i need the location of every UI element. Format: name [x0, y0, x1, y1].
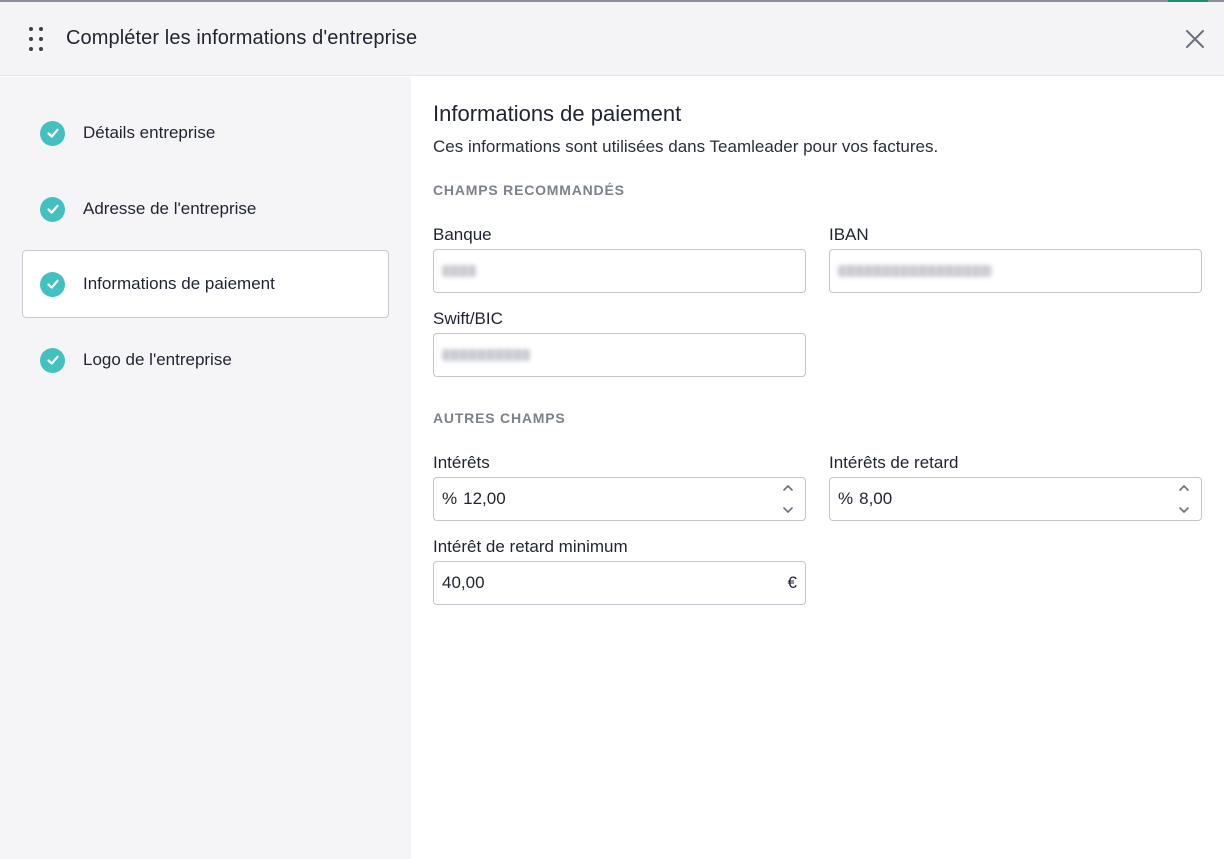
iban-value-blurred [838, 265, 992, 277]
min-late-interest-value: 40,00 [442, 573, 485, 592]
min-late-interest-label: Intérêt de retard minimum [433, 537, 628, 556]
section-description: Ces informations sont utilisées dans Tea… [433, 137, 939, 156]
bank-label: Banque [433, 225, 492, 244]
step-label: Informations de paiement [83, 274, 275, 293]
check-icon [40, 120, 65, 146]
swift-label: Swift/BIC [433, 309, 503, 328]
section-title: Informations de paiement [433, 101, 682, 126]
chevron-up-icon[interactable] [1178, 484, 1190, 492]
modal-header: Compléter les informations d'entreprise [0, 2, 1224, 76]
step-company-logo[interactable]: Logo de l'entreprise [22, 326, 389, 394]
step-label: Adresse de l'entreprise [83, 199, 257, 218]
chevron-up-icon[interactable] [782, 484, 794, 492]
check-icon [40, 347, 65, 373]
check-icon [40, 271, 65, 297]
step-label: Détails entreprise [83, 123, 216, 142]
late-interest-label: Intérêts de retard [829, 453, 959, 472]
check-icon [40, 196, 65, 222]
close-button[interactable] [1182, 26, 1208, 52]
interest-input[interactable]: % 12,00 [433, 477, 806, 521]
iban-label: IBAN [829, 225, 869, 244]
bank-input[interactable] [433, 249, 806, 293]
bank-value-blurred [442, 265, 476, 277]
step-company-details[interactable]: Détails entreprise [22, 99, 389, 167]
euro-suffix: € [787, 573, 797, 592]
chevron-down-icon[interactable] [782, 506, 794, 514]
chevron-down-icon[interactable] [1178, 506, 1190, 514]
recommended-fields-heading: CHAMPS RECOMMANDÉS [433, 182, 625, 198]
step-company-address[interactable]: Adresse de l'entreprise [22, 175, 389, 243]
close-icon [1186, 30, 1204, 48]
drag-handle-icon[interactable] [29, 26, 45, 51]
step-label: Logo de l'entreprise [83, 350, 232, 369]
late-interest-input[interactable]: % 8,00 [829, 477, 1202, 521]
interest-stepper[interactable] [781, 484, 795, 514]
min-late-interest-input[interactable]: 40,00 € [433, 561, 806, 605]
swift-input[interactable] [433, 333, 806, 377]
percent-prefix: % [838, 489, 854, 508]
other-fields-heading: AUTRES CHAMPS [433, 410, 566, 426]
late-interest-stepper[interactable] [1177, 484, 1191, 514]
interest-label: Intérêts [433, 453, 490, 472]
swift-value-blurred [442, 349, 530, 361]
late-interest-value: 8,00 [859, 489, 893, 508]
step-payment-info[interactable]: Informations de paiement [22, 250, 389, 318]
steps-sidebar: Détails entreprise Adresse de l'entrepri… [0, 77, 411, 859]
interest-value: 12,00 [463, 489, 506, 508]
percent-prefix: % [442, 489, 458, 508]
modal-title: Compléter les informations d'entreprise [66, 27, 418, 49]
iban-input[interactable] [829, 249, 1202, 293]
